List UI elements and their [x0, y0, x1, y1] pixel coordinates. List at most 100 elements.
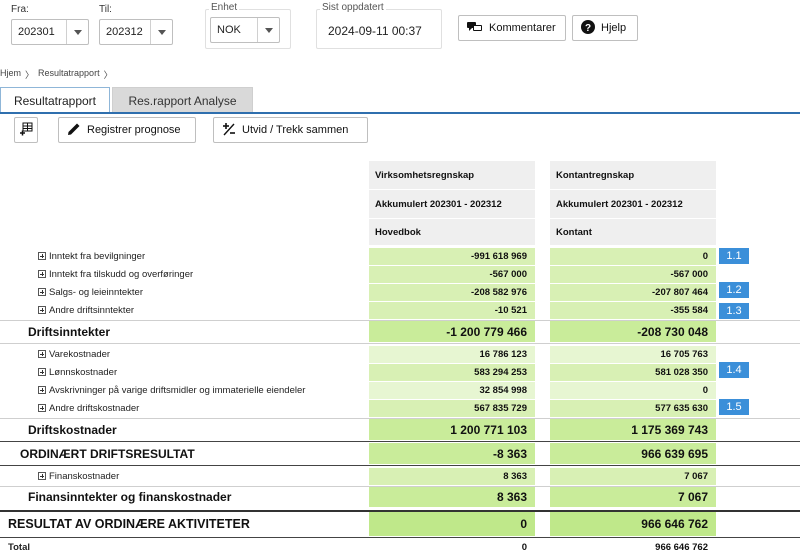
cell-a-resultat-ordinaere: 0 — [369, 512, 535, 536]
breadcrumb-current[interactable]: Resultatrapport — [38, 68, 100, 81]
comments-label: Kommentarer — [489, 22, 556, 34]
row-label-varekostnader[interactable]: Varekostnader — [0, 346, 110, 362]
row-text: Varekostnader — [49, 348, 111, 360]
cell-b-varekostnader: 16 705 763 — [550, 346, 716, 363]
help-icon: ? — [581, 19, 595, 37]
row-text: Inntekt fra tilskudd og overføringer — [49, 268, 194, 280]
column-a-sub: Hovedbok — [369, 219, 535, 245]
breadcrumb-home[interactable]: Hjem — [0, 68, 21, 81]
cell-a-andre-driftskostnader: 567 835 729 — [369, 400, 535, 417]
from-label: Fra: — [11, 4, 29, 15]
cell-b-salgs-leie: -207 807 464 — [550, 284, 716, 301]
expand-plus-icon[interactable] — [38, 270, 46, 278]
cell-b-andre-driftsinntekter: -355 584 — [550, 302, 716, 319]
cell-b-inntekt-tilskudd: -567 000 — [550, 266, 716, 283]
row-text: Andre driftskostnader — [49, 402, 140, 414]
column-a-period: Akkumulert 202301 - 202312 — [369, 190, 535, 218]
breadcrumb: Hjem 〉 Resultatrapport 〉 — [0, 68, 113, 81]
row-label-avskrivninger[interactable]: Avskrivninger på varige driftsmidler og … — [0, 382, 305, 398]
row-label-driftsinntekter: Driftsinntekter — [28, 324, 111, 339]
note-badge[interactable]: 1.3 — [719, 303, 749, 319]
cell-b-finanskostnader: 7 067 — [550, 468, 716, 485]
chevron-down-icon[interactable] — [150, 20, 172, 44]
expand-plus-icon[interactable] — [38, 472, 46, 480]
row-label-driftskostnader: Driftskostnader — [28, 422, 117, 437]
register-forecast-button[interactable]: Registrer prognose — [58, 117, 196, 143]
row-label-finanskostnader[interactable]: Finanskostnader — [0, 468, 119, 484]
row-text: Andre driftsinntekter — [49, 304, 135, 316]
row-label-lonnskostnader[interactable]: Lønnskostnader — [0, 364, 117, 380]
comments-icon — [467, 21, 483, 36]
column-a-title: Virksomhetsregnskap — [369, 161, 535, 189]
note-badge[interactable]: 1.2 — [719, 282, 749, 298]
from-period-value: 202301 — [18, 26, 55, 38]
cell-a-driftskostnader: 1 200 771 103 — [369, 419, 535, 440]
row-label-inntekt-tilskudd[interactable]: Inntekt fra tilskudd og overføringer — [0, 266, 193, 282]
expand-collapse-label: Utvid / Trekk sammen — [242, 124, 349, 136]
note-badge[interactable]: 1.5 — [719, 399, 749, 415]
cell-b-finansinntekter-og-kostnader: 7 067 — [550, 487, 716, 507]
breadcrumb-separator: 〉 — [103, 70, 113, 80]
expand-plus-icon[interactable] — [38, 306, 46, 314]
row-label-inntekt-bevilgninger[interactable]: Inntekt fra bevilgninger — [0, 248, 145, 264]
chevron-down-icon[interactable] — [66, 20, 88, 44]
cell-b-driftskostnader: 1 175 369 743 — [550, 419, 716, 440]
tab-underline — [0, 112, 800, 114]
cell-a-inntekt-bevilgninger: -991 618 969 — [369, 248, 535, 265]
row-divider — [0, 343, 800, 344]
cell-b-ordinaert-driftsresultat: 966 639 695 — [550, 443, 716, 464]
register-forecast-label: Registrer prognose — [87, 124, 181, 136]
comments-button[interactable]: Kommentarer — [458, 15, 566, 41]
expand-collapse-button[interactable]: Utvid / Trekk sammen — [213, 117, 368, 143]
cell-a-total: 0 — [521, 542, 527, 553]
row-label-ordinaert-driftsresultat: ORDINÆRT DRIFTSRESULTAT — [20, 446, 195, 461]
expand-plus-icon[interactable] — [38, 350, 46, 358]
to-period-value: 202312 — [106, 26, 143, 38]
row-text: Finanskostnader — [49, 470, 120, 482]
help-label: Hjelp — [601, 22, 627, 34]
breadcrumb-separator: 〉 — [25, 70, 35, 80]
column-b-sub: Kontant — [550, 219, 716, 245]
cell-b-lonnskostnader: 581 028 350 — [550, 364, 716, 381]
to-period-select[interactable]: 202312 — [99, 19, 173, 45]
chevron-down-icon[interactable] — [257, 18, 279, 42]
row-label-total: Total — [8, 541, 30, 553]
expand-plus-icon[interactable] — [38, 404, 46, 412]
column-b-title: Kontantregnskap — [550, 161, 716, 189]
from-period-select[interactable]: 202301 — [11, 19, 89, 45]
note-badge[interactable]: 1.4 — [719, 362, 749, 378]
expand-plus-icon[interactable] — [38, 386, 46, 394]
cell-a-andre-driftsinntekter: -10 521 — [369, 302, 535, 319]
add-column-button[interactable] — [14, 117, 38, 143]
row-text: Lønnskostnader — [49, 366, 118, 378]
expand-plus-icon[interactable] — [38, 252, 46, 260]
row-label-andre-driftsinntekter[interactable]: Andre driftsinntekter — [0, 302, 134, 318]
row-label-resultat-ordinaere: RESULTAT AV ORDINÆRE AKTIVITETER — [8, 517, 250, 531]
unit-legend: Enhet — [209, 2, 240, 13]
unit-select[interactable]: NOK — [210, 17, 280, 43]
expand-plus-icon[interactable] — [38, 288, 46, 296]
svg-text:?: ? — [585, 23, 591, 34]
cell-a-finanskostnader: 8 363 — [369, 468, 535, 485]
cell-a-inntekt-tilskudd: -567 000 — [369, 266, 535, 283]
cell-b-andre-driftskostnader: 577 635 630 — [550, 400, 716, 417]
column-b-period: Akkumulert 202301 - 202312 — [550, 190, 716, 218]
cell-a-driftsinntekter: -1 200 779 466 — [369, 321, 535, 342]
expand-plus-icon[interactable] — [38, 368, 46, 376]
last-updated-value: 2024-09-11 00:37 — [328, 24, 422, 38]
row-label-andre-driftskostnader[interactable]: Andre driftskostnader — [0, 400, 139, 416]
row-text: Inntekt fra bevilgninger — [49, 250, 146, 262]
tab-resultatrapport[interactable]: Resultatrapport — [0, 87, 110, 113]
row-label-salgs-leie[interactable]: Salgs- og leieinntekter — [0, 284, 143, 300]
row-label-finansinntekter-og-kostnader: Finansinntekter og finanskostnader — [28, 490, 232, 504]
row-divider — [0, 441, 800, 442]
cell-a-salgs-leie: -208 582 976 — [369, 284, 535, 301]
tab-res-rapport-analyse[interactable]: Res.rapport Analyse — [112, 87, 253, 113]
to-label: Til: — [99, 4, 112, 15]
note-badge[interactable]: 1.1 — [719, 248, 749, 264]
cell-b-inntekt-bevilgninger: 0 — [550, 248, 716, 265]
cell-b-avskrivninger: 0 — [550, 382, 716, 399]
updated-legend: Sist oppdatert — [320, 2, 386, 13]
help-button[interactable]: ? Hjelp — [572, 15, 638, 41]
cell-a-varekostnader: 16 786 123 — [369, 346, 535, 363]
